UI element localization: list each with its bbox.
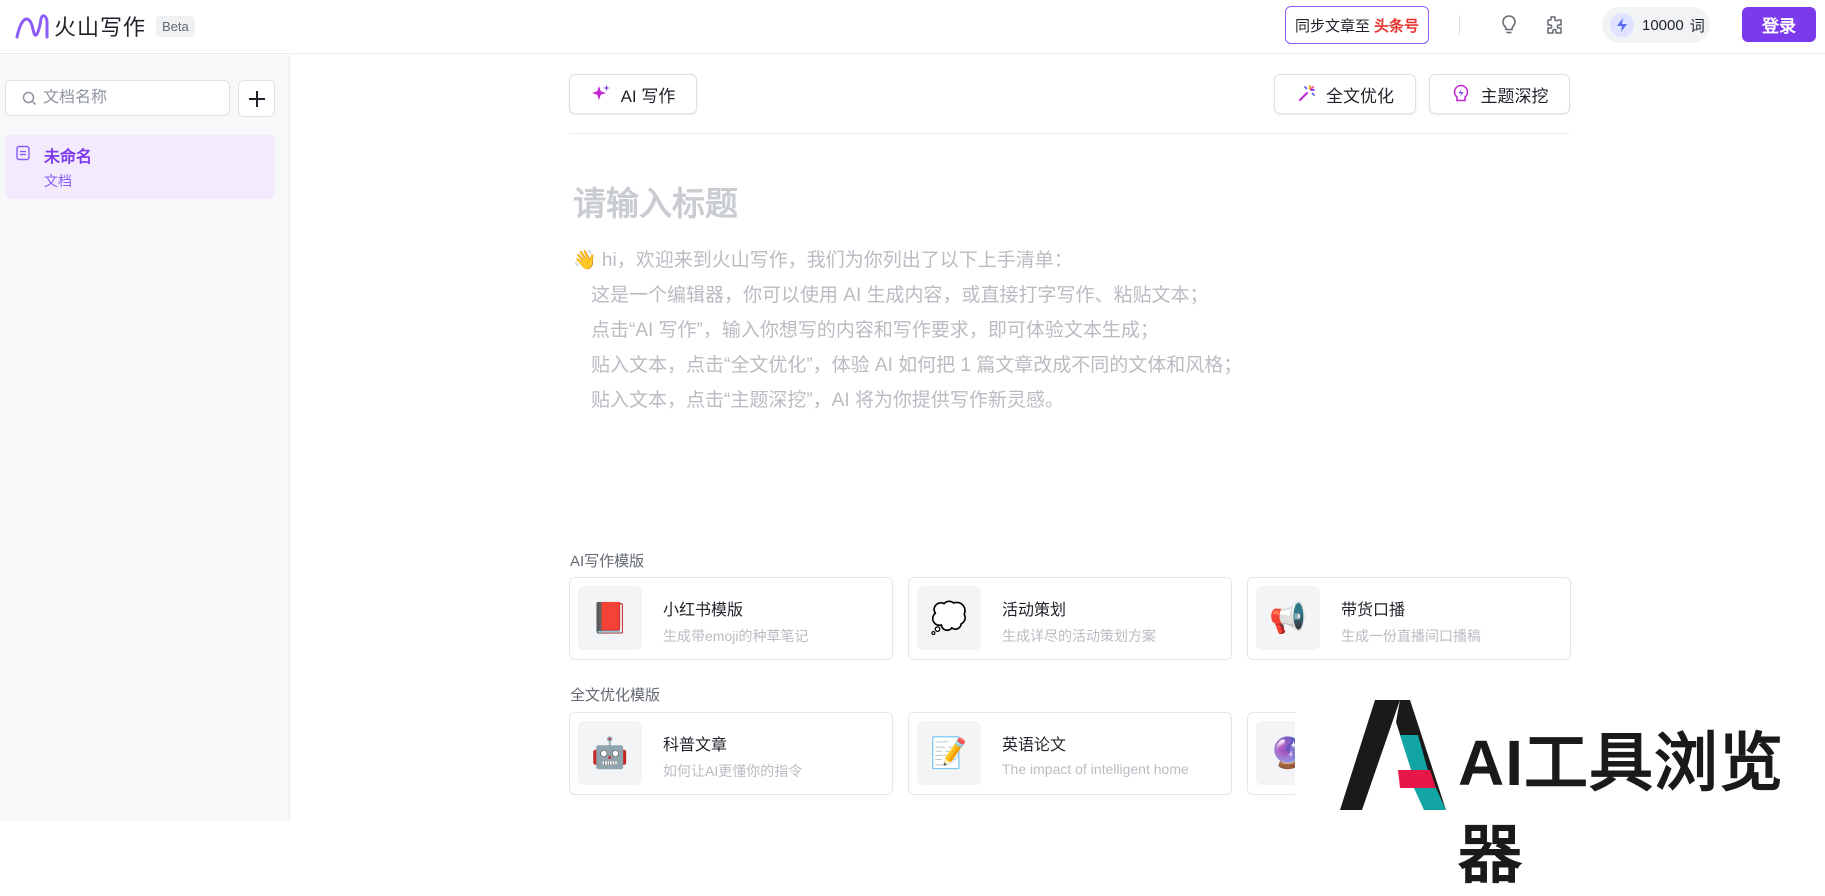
watermark-logo-icon bbox=[1340, 700, 1446, 810]
template-card-english-paper[interactable]: 📝 英语论文 The impact of intelligent home bbox=[908, 712, 1232, 795]
lightbulb-icon[interactable] bbox=[1496, 12, 1522, 38]
top-bar: 火山写作 Beta 同步文章至 头条号 10000 词 登录 bbox=[0, 0, 1825, 54]
intro-line: 贴入文本，点击“全文优化”，体验 AI 如何把 1 篇文章改成不同的文体和风格； bbox=[591, 355, 1243, 376]
megaphone-icon: 📢 bbox=[1256, 586, 1320, 650]
intro-line: 点击“AI 写作”，输入你想写的内容和写作要求，即可体验文本生成； bbox=[591, 320, 1159, 341]
intro-line: 👋 hi，欢迎来到火山写作，我们为你列出了以下上手清单： bbox=[573, 250, 1073, 271]
beta-badge: Beta bbox=[156, 15, 195, 37]
template-card-event-plan[interactable]: 💭 活动策划 生成详尽的活动策划方案 bbox=[908, 577, 1232, 660]
document-type: 文档 bbox=[44, 173, 72, 189]
credits-value: 10000 bbox=[1642, 16, 1684, 34]
topic-deep-dive-button[interactable]: 主题深挖 bbox=[1429, 74, 1570, 114]
template-title: 活动策划 bbox=[1002, 602, 1067, 619]
title-input[interactable]: 请输入标题 bbox=[573, 177, 738, 225]
ai-write-button[interactable]: AI 写作 bbox=[569, 74, 697, 114]
document-icon bbox=[16, 145, 30, 161]
watermark-text: AI工具浏览器 bbox=[1458, 727, 1784, 891]
template-desc: The impact of intelligent home bbox=[1002, 761, 1189, 777]
optimize-template-heading: 全文优化模版 bbox=[570, 687, 661, 704]
lightning-icon bbox=[1610, 13, 1634, 37]
template-title: 科普文章 bbox=[663, 737, 728, 754]
word-credits[interactable]: 10000 词 bbox=[1602, 7, 1710, 43]
template-card-popular-science[interactable]: 🤖 科普文章 如何让AI更懂你的指令 bbox=[569, 712, 893, 795]
sidebar: 未命名 文档 bbox=[0, 55, 290, 821]
template-title: 英语论文 bbox=[1002, 737, 1067, 754]
search-icon bbox=[22, 91, 37, 105]
template-desc: 生成详尽的活动策划方案 bbox=[1002, 628, 1156, 644]
intro-line: 这是一个编辑器，你可以使用 AI 生成内容，或直接打字写作、粘贴文本； bbox=[591, 285, 1209, 306]
document-item[interactable]: 未命名 文档 bbox=[5, 135, 275, 199]
sparkle-icon bbox=[591, 85, 610, 100]
doc-search bbox=[5, 80, 230, 116]
search-input[interactable] bbox=[43, 89, 213, 107]
full-optimize-button[interactable]: 全文优化 bbox=[1274, 74, 1416, 114]
plus-icon bbox=[248, 90, 265, 107]
robot-icon: 🤖 bbox=[578, 721, 642, 785]
ai-template-heading: AI写作模版 bbox=[570, 553, 645, 570]
login-button[interactable]: 登录 bbox=[1742, 7, 1816, 42]
memo-icon: 📝 bbox=[917, 721, 981, 785]
template-card-livestream[interactable]: 📢 带货口播 生成一份直播间口播稿 bbox=[1247, 577, 1571, 660]
divider bbox=[1459, 15, 1460, 35]
magic-wand-icon bbox=[1299, 85, 1315, 101]
thought-bubble-icon: 💭 bbox=[917, 586, 981, 650]
template-title: 带货口播 bbox=[1341, 602, 1406, 619]
credits-unit: 词 bbox=[1689, 17, 1705, 35]
sync-to-toutiao-button[interactable]: 同步文章至 头条号 bbox=[1285, 6, 1429, 44]
ai-write-label: AI 写作 bbox=[620, 86, 676, 106]
add-document-button[interactable] bbox=[238, 80, 275, 117]
app-logo[interactable]: 火山写作 Beta bbox=[14, 10, 195, 42]
plugin-icon[interactable] bbox=[1540, 12, 1566, 38]
full-optimize-label: 全文优化 bbox=[1326, 86, 1394, 106]
template-card-xiaohongshu[interactable]: 📕 小红书模版 生成带emoji的种草笔记 bbox=[569, 577, 893, 660]
sync-label: 同步文章至 bbox=[1294, 17, 1370, 35]
document-title: 未命名 bbox=[44, 149, 93, 166]
topic-deep-dive-label: 主题深挖 bbox=[1480, 86, 1549, 106]
sync-brand: 头条号 bbox=[1374, 17, 1420, 35]
template-desc: 生成一份直播间口播稿 bbox=[1341, 628, 1481, 644]
template-desc: 生成带emoji的种草笔记 bbox=[663, 628, 809, 644]
editor-body[interactable]: 👋 hi，欢迎来到火山写作，我们为你列出了以下上手清单： 这是一个编辑器，你可以… bbox=[573, 243, 1242, 418]
toolbar-divider bbox=[569, 133, 1570, 134]
bulb-spark-icon bbox=[1453, 84, 1468, 102]
intro-line: 贴入文本，点击“主题深挖”，AI 将为你提供写作新灵感。 bbox=[591, 390, 1064, 411]
app-name: 火山写作 bbox=[54, 15, 147, 40]
template-title: 小红书模版 bbox=[663, 602, 744, 619]
red-book-icon: 📕 bbox=[578, 586, 642, 650]
watermark: AI工具浏览器 bbox=[1295, 690, 1825, 891]
template-desc: 如何让AI更懂你的指令 bbox=[663, 763, 803, 779]
volcano-logo-icon bbox=[15, 14, 49, 39]
